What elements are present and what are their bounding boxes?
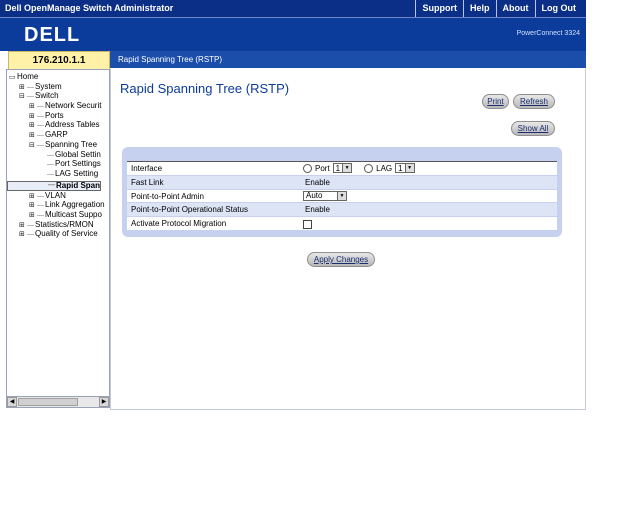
app-window: Dell OpenManage Switch Administrator Sup… (0, 0, 586, 410)
main-content: Rapid Spanning Tree (RSTP) Print Refresh… (110, 69, 586, 410)
scroll-left-icon[interactable]: ◀ (7, 397, 17, 407)
model-label: PowerConnect 3324 (516, 30, 580, 37)
tree-item-label: Home (17, 72, 39, 81)
tree-item-rapid-span[interactable]: — Rapid Span (7, 180, 102, 191)
tree-item-label: GARP (45, 130, 68, 140)
tree-item-label: Spanning Tree (45, 139, 98, 149)
print-button[interactable]: Print (482, 94, 509, 109)
lag-radio-label: LAG (376, 163, 393, 173)
lag-select[interactable]: 1 ▼ (395, 163, 415, 173)
dell-logo: DELL (24, 24, 80, 46)
row-p2p-admin: Point-to-Point Admin Auto ▼ (127, 189, 557, 204)
navigation-tree: ▭Home ⊞ —System ⊟ —Switch ⊞ —Network Securit ⊞ —… (7, 72, 109, 240)
port-radio-label: Port (315, 163, 330, 173)
tree-item-label: System (35, 81, 62, 91)
p2p-admin-label: Point-to-Point Admin (131, 191, 204, 201)
tree-item-vlan[interactable]: ⊞ —VLAN (7, 190, 109, 201)
tree-item-label: Network Securit (45, 101, 102, 111)
port-radio[interactable] (303, 163, 312, 173)
tree-item-label: Rapid Span (56, 180, 101, 190)
tree-item-ports[interactable]: ⊞ —Ports (7, 110, 109, 121)
tree-connector: — (47, 170, 54, 178)
scroll-right-icon[interactable]: ▶ (99, 397, 109, 407)
tree-item-home[interactable]: ▭Home (7, 72, 109, 82)
tree-item-statistics-rmon[interactable]: ⊞ —Statistics/RMON (7, 219, 109, 230)
show-all-button[interactable]: Show All (511, 121, 555, 136)
row-fast-link: Fast Link Enable (127, 175, 557, 190)
app-title: Dell OpenManage Switch Administrator (5, 3, 174, 13)
logout-link[interactable]: Log Out (534, 0, 583, 17)
about-link[interactable]: About (495, 0, 535, 17)
tree-item-spanning-tree[interactable]: ⊟ —Spanning Tree (7, 139, 109, 150)
expand-icon[interactable]: ⊞ (19, 230, 27, 240)
apply-changes-button[interactable]: Apply Changes (307, 252, 375, 267)
tree-item-quality-of-service[interactable]: ⊞ —Quality of Service (7, 229, 109, 240)
tree-connector: — (48, 181, 55, 189)
tree-item-label: LAG Setting (55, 168, 99, 178)
tree-item-label: Port Settings (55, 159, 101, 169)
chevron-down-icon: ▼ (342, 164, 352, 172)
protocol-migration-checkbox[interactable] (303, 220, 312, 230)
fast-link-label: Fast Link (131, 177, 164, 187)
chevron-down-icon: ▼ (337, 191, 346, 200)
p2p-admin-select[interactable]: Auto ▼ (303, 190, 347, 201)
p2p-oper-status-label: Point-to-Point Operational Status (131, 205, 248, 215)
tree-item-port-settings[interactable]: —Port Settings (7, 159, 109, 169)
device-ip: 176.210.1.1 (8, 51, 110, 70)
tree-horizontal-scrollbar[interactable]: ◀ ▶ (7, 396, 109, 407)
tree-item-lag-setting[interactable]: —LAG Setting (7, 168, 109, 179)
top-bar: Dell OpenManage Switch Administrator Sup… (0, 0, 586, 18)
row-protocol-migration: Activate Protocol Migration (127, 217, 557, 231)
rstp-settings-panel: Interface Port 1 ▼ LAG 1 ▼ Fast Link Ena… (122, 147, 562, 237)
tree-connector: — (27, 231, 34, 239)
scroll-thumb[interactable] (18, 398, 78, 406)
tree-item-label: Global Settin (55, 149, 101, 159)
refresh-button[interactable]: Refresh (513, 94, 555, 109)
tree-item-label: Link Aggregation (45, 200, 105, 210)
tree-item-label: Multicast Suppo (45, 209, 102, 219)
protocol-migration-label: Activate Protocol Migration (131, 219, 227, 229)
breadcrumb: Rapid Spanning Tree (RSTP) (110, 51, 586, 68)
tree-item-label: Quality of Service (35, 229, 98, 239)
chevron-down-icon: ▼ (404, 164, 414, 172)
navigation-tree-pane: ▭Home ⊞ —System ⊟ —Switch ⊞ —Network Securit ⊞ —… (6, 69, 110, 408)
brand-bar: DELL PowerConnect 3324 (0, 18, 586, 51)
rstp-settings-table: Interface Port 1 ▼ LAG 1 ▼ Fast Link Ena… (127, 162, 557, 231)
top-links: Support Help About Log Out (415, 0, 582, 17)
tree-item-system[interactable]: ⊞ —System (7, 81, 109, 92)
tree-item-multicast-suppo[interactable]: ⊞ —Multicast Suppo (7, 209, 109, 220)
port-select[interactable]: 1 ▼ (332, 163, 353, 173)
help-link[interactable]: Help (462, 0, 496, 17)
tree-item-label: VLAN (45, 190, 66, 200)
tree-item-garp[interactable]: ⊞ —GARP (7, 130, 109, 140)
tree-item-global-settin[interactable]: —Global Settin (7, 149, 109, 160)
interface-controls: Port 1 ▼ LAG 1 ▼ (303, 163, 415, 173)
support-link[interactable]: Support (415, 0, 463, 17)
lag-radio[interactable] (364, 163, 374, 173)
tree-item-switch[interactable]: ⊟ —Switch (7, 91, 109, 101)
tree-item-label: Ports (45, 110, 64, 120)
tree-item-label: Address Tables (45, 120, 100, 130)
tree-item-label: Switch (35, 91, 59, 101)
tree-item-address-tables[interactable]: ⊞ —Address Tables (7, 120, 109, 130)
tree-item-network-securit[interactable]: ⊞ —Network Securit (7, 101, 109, 111)
p2p-oper-status-value: Enable (305, 205, 330, 215)
row-p2p-oper-status: Point-to-Point Operational Status Enable (127, 203, 557, 218)
fast-link-value: Enable (305, 177, 330, 187)
page-title: Rapid Spanning Tree (RSTP) (120, 81, 290, 96)
tree-item-link-aggregation[interactable]: ⊞ —Link Aggregation (7, 200, 109, 210)
interface-label: Interface (131, 164, 163, 173)
svg-text:DELL: DELL (24, 24, 80, 46)
row-interface: Interface Port 1 ▼ LAG 1 ▼ (127, 162, 557, 176)
tree-item-label: Statistics/RMON (35, 219, 94, 229)
